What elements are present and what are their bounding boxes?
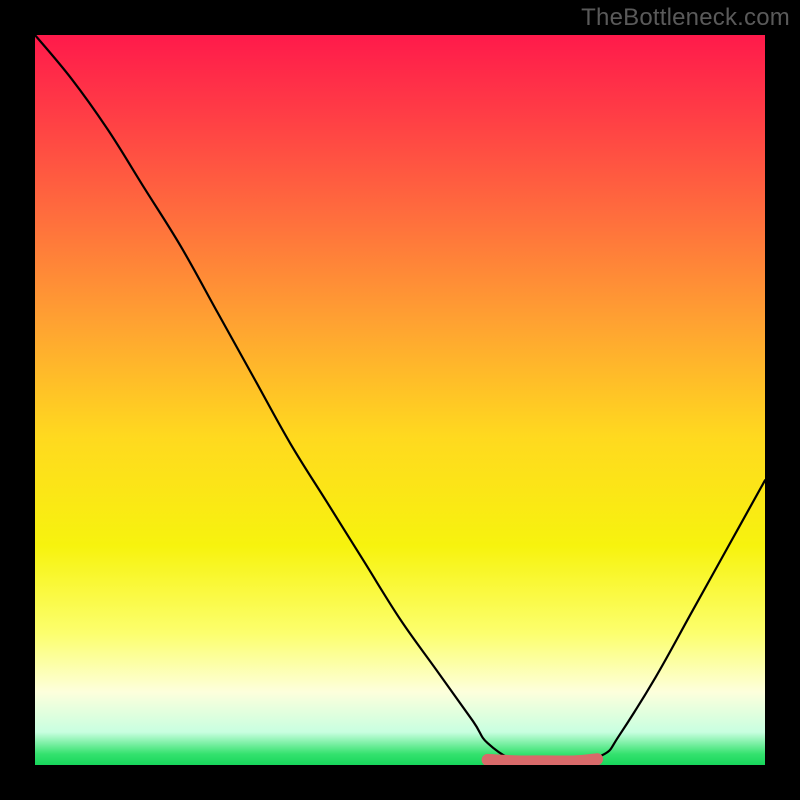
gradient-background <box>35 35 765 765</box>
plot-area <box>35 35 765 765</box>
bottleneck-chart <box>35 35 765 765</box>
chart-container: TheBottleneck.com <box>0 0 800 800</box>
optimal-zone-marker <box>488 759 597 761</box>
watermark-text: TheBottleneck.com <box>581 4 790 32</box>
